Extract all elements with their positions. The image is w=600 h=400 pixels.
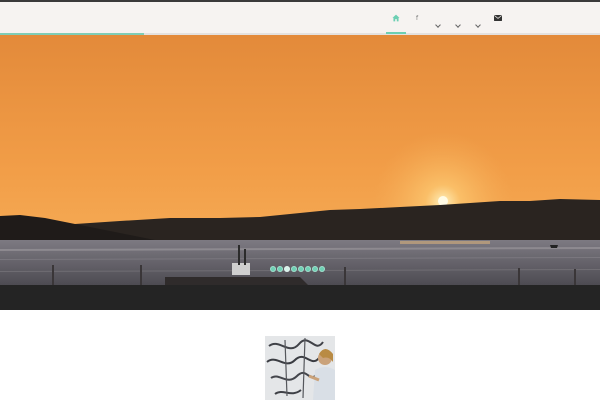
slide-dot[interactable] bbox=[298, 266, 304, 272]
dark-band bbox=[0, 285, 600, 310]
mail-icon bbox=[494, 15, 502, 21]
slide-dot[interactable] bbox=[284, 266, 290, 272]
slide-dot[interactable] bbox=[270, 266, 276, 272]
slide-dot[interactable] bbox=[305, 266, 311, 272]
home-icon bbox=[392, 14, 400, 22]
nav-contact[interactable] bbox=[490, 2, 506, 34]
main-nav: f bbox=[0, 2, 600, 34]
nav-home[interactable] bbox=[386, 2, 406, 34]
chevron-down-icon bbox=[435, 22, 441, 28]
hero-slider[interactable] bbox=[0, 35, 600, 285]
slide-dot[interactable] bbox=[277, 266, 283, 272]
profile-photo[interactable] bbox=[265, 336, 335, 400]
nav-dropdown-2[interactable] bbox=[450, 2, 466, 34]
facebook-icon: f bbox=[415, 14, 419, 22]
slide-dot[interactable] bbox=[291, 266, 297, 272]
slide-dot[interactable] bbox=[312, 266, 318, 272]
slide-dot[interactable] bbox=[319, 266, 325, 272]
profile-photo-image bbox=[265, 336, 335, 400]
chevron-down-icon bbox=[455, 22, 461, 28]
page: f bbox=[0, 0, 600, 400]
hero-image bbox=[0, 35, 600, 285]
slide-dots bbox=[270, 266, 325, 273]
nav-facebook[interactable]: f bbox=[410, 2, 424, 34]
nav-dropdown-3[interactable] bbox=[470, 2, 486, 34]
chevron-down-icon bbox=[475, 22, 481, 28]
nav-dropdown-1[interactable] bbox=[430, 2, 446, 34]
